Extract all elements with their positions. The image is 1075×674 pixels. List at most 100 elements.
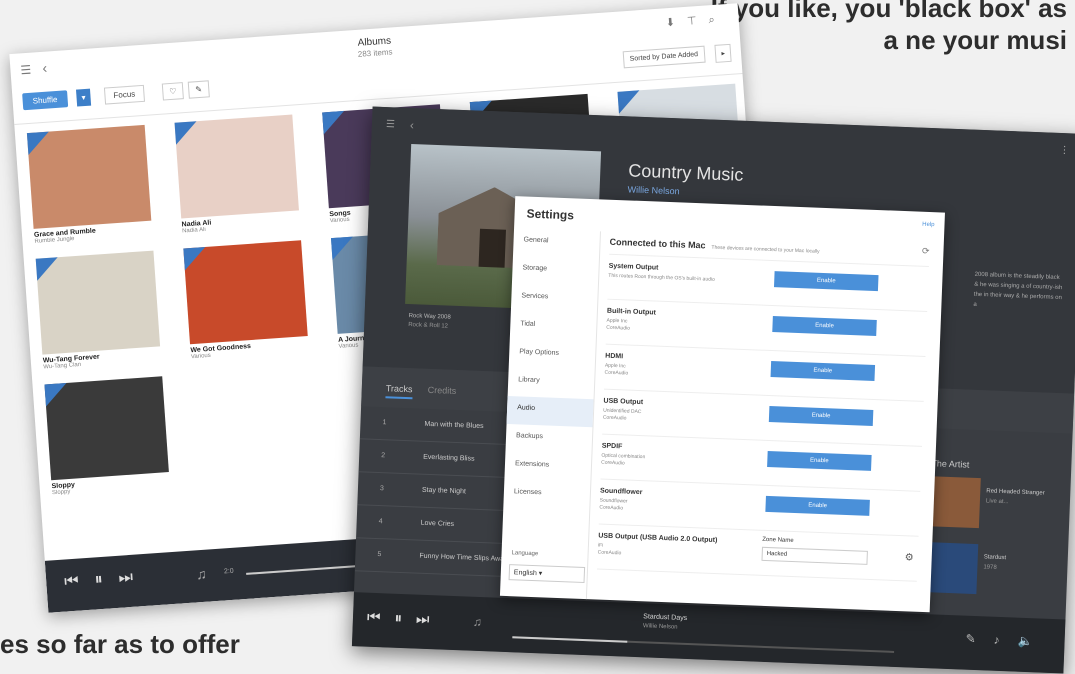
settings-nav-item[interactable]: Play Options: [509, 340, 596, 371]
volume-icon[interactable]: ✎♪🔈: [965, 632, 1050, 649]
queue-icon[interactable]: ♫: [473, 615, 483, 629]
settings-nav-item[interactable]: Library: [508, 368, 595, 399]
album-artist[interactable]: Willie Nelson: [627, 184, 679, 196]
shuffle-button[interactable]: Shuffle: [22, 90, 68, 111]
tab-credits[interactable]: Credits: [428, 385, 457, 396]
zone-name-label: Zone Name: [762, 536, 794, 545]
badge-icon: [617, 90, 641, 114]
album-cover: [183, 240, 308, 345]
device-name: Built-in Output: [606, 307, 657, 317]
sidebar-heading: The Artist: [931, 458, 970, 470]
time-label: 2:0: [223, 567, 234, 576]
pin-icon[interactable]: ✎: [187, 80, 210, 99]
settings-nav-item[interactable]: Licenses: [503, 480, 590, 511]
section-note: These devices are connected to your Mac …: [711, 244, 820, 255]
gear-icon[interactable]: ⚙: [905, 552, 914, 563]
magazine-top-text: If you like, you 'black box' as a ne you…: [710, 0, 1067, 55]
settings-nav-item[interactable]: Services: [511, 284, 598, 315]
related-album[interactable]: Stardust 1978: [926, 542, 1058, 603]
artist-sidebar: The Artist Red Headed Stranger Live at..…: [926, 458, 1062, 613]
settings-nav-item[interactable]: Storage: [512, 256, 599, 287]
settings-nav-item[interactable]: Tidal: [510, 312, 597, 343]
device-name: USB Output: [603, 397, 644, 407]
now-playing-title: Stardust Days: [643, 613, 688, 622]
magazine-bottom-text: es so far as to offer: [0, 629, 240, 659]
more-icon[interactable]: ⋮: [1059, 145, 1069, 156]
related-album[interactable]: Red Headed Stranger Live at...: [928, 476, 1061, 537]
album-cover: [26, 124, 152, 229]
settings-content: Connected to this Mac These devices are c…: [596, 231, 930, 602]
enable-button[interactable]: Enable: [765, 495, 870, 516]
back-icon[interactable]: ‹: [410, 118, 415, 132]
related-album-artist: 1978: [983, 564, 997, 571]
playback-controls[interactable]: ⏮⏸⏭: [64, 568, 150, 592]
sort-direction-button[interactable]: ▸: [714, 43, 732, 63]
barn-door-image: [478, 228, 506, 268]
seek-bar[interactable]: [512, 636, 895, 653]
related-album-title: Red Headed Stranger: [986, 488, 1045, 497]
language-label: Language: [511, 550, 539, 558]
settings-title: Settings: [526, 206, 575, 223]
menu-icon[interactable]: ☰: [386, 119, 395, 130]
device-desc: This routes Roon through the OS's built-…: [608, 272, 715, 283]
album-cover: [44, 376, 169, 481]
device-driver: CoreAudio: [601, 459, 625, 467]
badge-icon: [330, 236, 355, 261]
track-name: Stay the Night: [421, 486, 467, 496]
device-driver: CoreAudio: [597, 549, 622, 557]
enable-button[interactable]: Enable: [770, 361, 876, 381]
refresh-icon[interactable]: ⟳: [922, 246, 930, 257]
cover-caption-2: Rock & Roll 12: [408, 322, 449, 330]
album-cover: [35, 250, 161, 355]
enable-button[interactable]: Enable: [767, 450, 872, 471]
device-name: Soundflower: [599, 487, 643, 497]
badge-icon: [183, 246, 207, 271]
sort-dropdown[interactable]: Sorted by Date Added: [622, 45, 706, 69]
device-list: System Output This routes Roon through th…: [598, 254, 929, 537]
related-album-thumb: [928, 476, 981, 529]
settings-dialog: Settings Help General Storage Services Tida…: [499, 196, 945, 613]
language-select[interactable]: English ▾: [508, 564, 586, 584]
now-playing-artist: Willie Nelson: [642, 623, 678, 631]
settings-nav-item[interactable]: Backups: [505, 424, 592, 455]
language-value: English: [513, 569, 537, 578]
help-link[interactable]: Help: [922, 222, 935, 228]
playback-controls[interactable]: ⏮⏸⏭: [367, 609, 444, 629]
track-name: Everlasting Bliss: [423, 453, 475, 463]
shuffle-dropdown-button[interactable]: ▾: [75, 88, 92, 107]
enable-button[interactable]: Enable: [772, 316, 877, 337]
device-name: HDMI: [605, 352, 624, 361]
album-cover: [174, 114, 299, 219]
settings-nav-item[interactable]: Extensions: [504, 452, 591, 483]
badge-icon: [174, 121, 199, 145]
cover-caption: Rock Way 2008: [408, 313, 451, 321]
device-name: System Output: [608, 262, 659, 272]
related-album-thumb: [926, 542, 979, 595]
device-driver: CoreAudio: [599, 504, 624, 512]
zone-name-input[interactable]: Hacked: [761, 546, 868, 565]
enable-button[interactable]: Enable: [773, 271, 879, 292]
track-name: Love Cries: [420, 519, 455, 528]
track-number: 5: [377, 551, 382, 559]
related-album-artist: Live at...: [985, 498, 1009, 506]
enable-button[interactable]: Enable: [768, 405, 874, 426]
track-number: 3: [379, 485, 385, 493]
queue-icon[interactable]: ♫: [196, 566, 208, 583]
device-driver: CoreAudio: [606, 324, 631, 332]
badge-icon: [322, 110, 346, 135]
badge-icon: [35, 257, 60, 281]
album-card[interactable]: Nadia Ali Nadia Ali: [174, 114, 301, 235]
album-detail-screen: ☰ ‹ ⋮ Rock Way 2008 Rock & Roll 12 Count…: [351, 106, 1075, 674]
album-card[interactable]: Wu-Tang Forever Wu-Tang Clan: [35, 250, 162, 371]
settings-nav-item[interactable]: Audio: [506, 395, 594, 428]
focus-button[interactable]: Focus: [103, 84, 145, 105]
album-card[interactable]: We Got Goodness Various: [183, 240, 309, 360]
tab-tracks[interactable]: Tracks: [385, 383, 413, 400]
track-number: 4: [378, 518, 383, 526]
device-driver: CoreAudio: [604, 369, 629, 377]
album-card[interactable]: Grace and Rumble Rumble Jungle: [26, 124, 153, 245]
track-number: 1: [382, 419, 387, 427]
heart-icon[interactable]: ♡: [161, 82, 185, 101]
settings-nav-item[interactable]: General: [513, 228, 600, 259]
album-card[interactable]: Sloppy Sloppy: [44, 376, 170, 496]
